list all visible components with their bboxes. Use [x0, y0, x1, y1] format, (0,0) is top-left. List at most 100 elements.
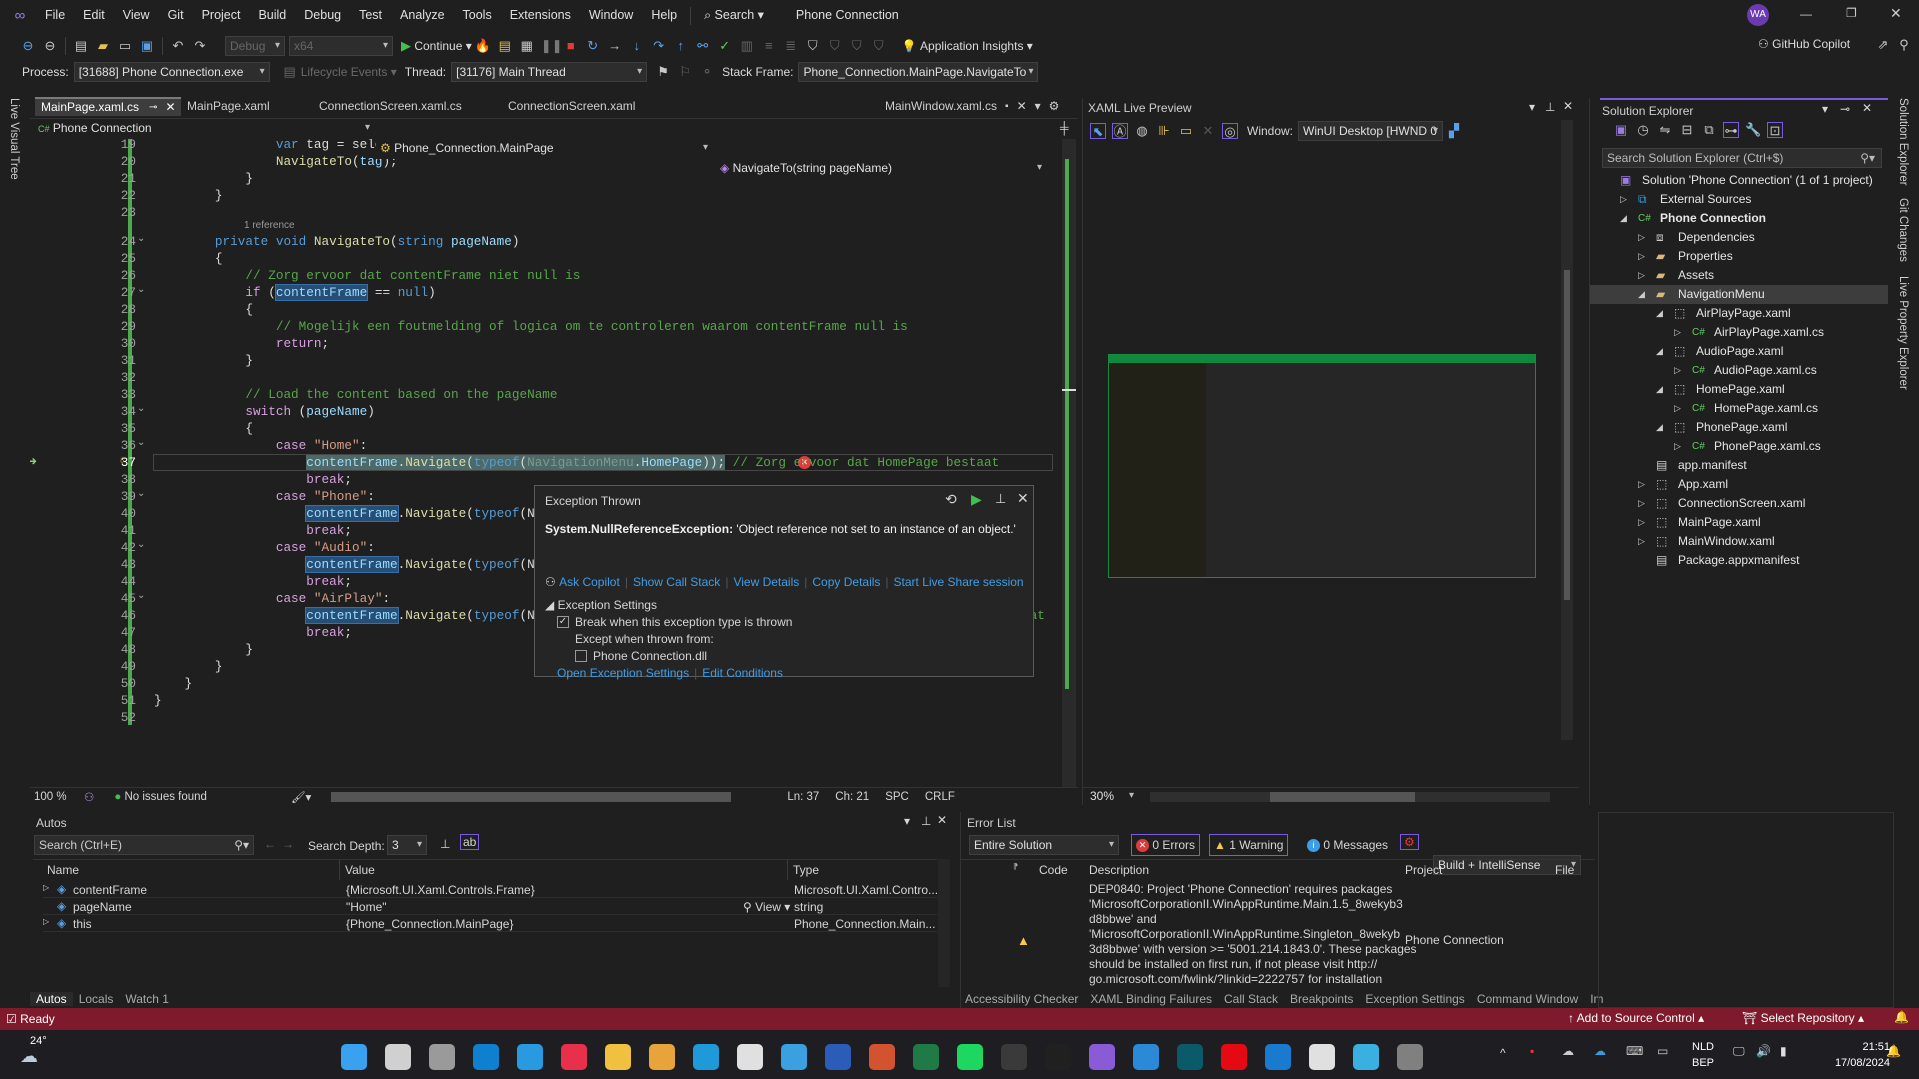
menu-build[interactable]: Build — [249, 0, 295, 31]
panel-menu-icon[interactable]: ▾ — [1822, 102, 1828, 116]
panel-menu-icon[interactable]: ▾ — [1529, 100, 1535, 114]
tree-item[interactable]: ▤ Package.appxmanifest — [1590, 551, 1888, 570]
tree-item[interactable]: ▷ C# AirPlayPage.xaml.cs — [1590, 323, 1888, 342]
tree-item[interactable]: ▷ ▰ Properties — [1590, 247, 1888, 266]
class-dropdown[interactable]: ⚙ Phone_Connection.MainPage — [376, 139, 712, 159]
variable-value[interactable]: "Home" — [346, 900, 387, 914]
column-header-code[interactable]: Code — [1039, 863, 1068, 877]
expand-arrow-icon[interactable]: ▷ — [1638, 532, 1645, 551]
break-when-checkbox[interactable]: ✓ Break when this exception type is throw… — [557, 615, 792, 629]
code-line[interactable]: } — [154, 170, 253, 187]
display-adorners-icon[interactable]: Ⓐ — [1112, 123, 1128, 139]
forward-icon[interactable]: ⊖ — [42, 38, 58, 54]
code-line[interactable]: // Load the content based on the pageNam… — [154, 386, 557, 403]
module-checkbox[interactable]: Phone Connection.dll — [575, 649, 707, 663]
collapse-arrow-icon[interactable]: ◢ — [1638, 285, 1645, 304]
step-into-icon[interactable]: ↓ — [629, 38, 645, 54]
tree-item[interactable]: ◢ ⬚ HomePage.xaml — [1590, 380, 1888, 399]
exception-settings-toggle[interactable]: ◢ Exception Settings — [545, 598, 657, 612]
tab-xaml-binding-failures[interactable]: XAML Binding Failures — [1090, 992, 1218, 1006]
column-header-description[interactable]: Description — [1089, 863, 1149, 877]
close-panel-icon[interactable]: ✕ — [1563, 99, 1573, 113]
code-line[interactable]: case "Home": — [154, 437, 367, 454]
code-line[interactable]: break; — [154, 624, 352, 641]
search-forward-icon[interactable]: → — [282, 837, 294, 851]
autos-row[interactable]: ▷ ◈ contentFrame {Microsoft.UI.Xaml.Control… — [43, 881, 938, 898]
expand-arrow-icon[interactable]: ▷ — [1638, 475, 1645, 494]
settings-gear-icon[interactable]: ⚙ — [1049, 97, 1060, 116]
show-hidden-icons-chevron[interactable]: ^ — [1500, 1046, 1506, 1060]
tree-item[interactable]: ▷ ⬚ MainPage.xaml — [1590, 513, 1888, 532]
errors-filter-button[interactable]: ✕ 0 Errors — [1131, 834, 1201, 856]
expand-arrow-icon[interactable]: ▷ — [43, 883, 49, 892]
clock[interactable]: 21:51 17/08/2024 — [1812, 1039, 1890, 1071]
feedback-icon[interactable]: ⚲ — [1896, 37, 1912, 53]
clear-bookmarks-icon[interactable]: ⛉ — [871, 38, 887, 54]
code-line[interactable]: contentFrame.Navigate(typeof(N — [154, 505, 535, 522]
error-row[interactable]: ▲ DEP0840: Project 'Phone Connection' re… — [961, 880, 1595, 987]
continue-icon[interactable]: ▶ — [971, 491, 982, 508]
tree-item[interactable]: ▣ Solution 'Phone Connection' (1 of 1 pro… — [1590, 171, 1888, 190]
pending-changes-icon[interactable]: ◷ — [1635, 122, 1651, 138]
code-line[interactable]: case "AirPlay": — [154, 590, 390, 607]
comment-icon[interactable]: ▥ — [739, 38, 755, 54]
expand-arrow-icon[interactable]: ▷ — [43, 917, 49, 926]
menu-help[interactable]: Help — [642, 0, 686, 31]
notifications-bell-icon[interactable]: 🔔 — [1894, 1010, 1909, 1024]
select-repository-button[interactable]: ⛩ Select Repository ▴ — [1742, 1011, 1864, 1025]
fold-chevron-icon[interactable]: ⌄ — [137, 233, 145, 244]
taskbar-word-icon[interactable] — [825, 1044, 851, 1070]
tab-breakpoints[interactable]: Breakpoints — [1290, 992, 1359, 1006]
code-line[interactable]: break; — [154, 471, 352, 488]
expand-arrow-icon[interactable]: ▷ — [1638, 494, 1645, 513]
taskbar-myhp-icon[interactable] — [473, 1044, 499, 1070]
menu-window[interactable]: Window — [580, 0, 642, 31]
tab-accessibility-checker[interactable]: Accessibility Checker — [965, 992, 1084, 1006]
outdent-icon[interactable]: ≣ — [783, 38, 799, 54]
menu-git[interactable]: Git — [159, 0, 193, 31]
code-line[interactable]: { — [154, 301, 253, 318]
fold-chevron-icon[interactable]: ⌄ — [137, 539, 145, 550]
process-dropdown[interactable]: [31688] Phone Connection.exe — [73, 62, 270, 82]
member-dropdown[interactable]: ◈ NavigateTo(string pageName) — [716, 159, 1046, 179]
lightbulb-icon[interactable]: ♁ — [118, 454, 126, 466]
history-icon[interactable]: ⟲ — [945, 491, 957, 508]
tree-item[interactable]: ◢ C# Phone Connection — [1590, 209, 1888, 228]
code-line[interactable]: return; — [154, 335, 329, 352]
fold-chevron-icon[interactable]: ⌄ — [137, 488, 145, 499]
hex-display-icon[interactable]: ab — [460, 834, 480, 850]
share-icon[interactable]: ⇗ — [1875, 37, 1891, 53]
minimize-button[interactable]: — — [1800, 7, 1812, 21]
hot-reload-icon[interactable]: 🔥 — [475, 38, 491, 54]
menu-project[interactable]: Project — [193, 0, 250, 31]
network-icon[interactable]: 🖵 — [1733, 1044, 1745, 1059]
tab-locals[interactable]: Locals — [73, 992, 120, 1006]
keyboard-icon[interactable]: ⌨ — [1626, 1044, 1643, 1058]
taskbar-vscode-icon[interactable] — [1133, 1044, 1159, 1070]
visualizer-button[interactable]: ⚲ View ▾ — [743, 900, 790, 914]
tab-overflow-icon[interactable]: ▾ — [1035, 97, 1041, 116]
column-header-file[interactable]: File — [1555, 863, 1574, 877]
add-to-source-control-button[interactable]: ↑ Add to Source Control ▴ — [1568, 1011, 1704, 1025]
taskbar-netflix-icon[interactable] — [1221, 1044, 1247, 1070]
taskbar-dev-tools-icon[interactable] — [1265, 1044, 1291, 1070]
edit-conditions-link[interactable]: Edit Conditions — [702, 666, 783, 680]
show-call-stack-link[interactable]: Show Call Stack — [633, 575, 720, 589]
taskbar-app-dark-icon[interactable] — [1001, 1044, 1027, 1070]
close-popup-icon[interactable]: ✕ — [1017, 490, 1029, 507]
stack-frame-dropdown[interactable]: Phone_Connection.MainPage.NavigateTo — [798, 62, 1039, 82]
tab-connectionscreen-xaml-cs[interactable]: ConnectionScreen.xaml.cs — [313, 97, 501, 116]
pause-icon[interactable]: ❚❚ — [541, 38, 563, 54]
autos-search-input[interactable]: Search (Ctrl+E) ⚲▾ — [34, 835, 254, 855]
tree-item[interactable]: ◢ ▰ NavigationMenu — [1590, 285, 1888, 304]
notification-icon[interactable]: 🔔 — [1886, 1044, 1901, 1058]
autos-row[interactable]: ▷ ◈ this {Phone_Connection.MainPage} Phone_C… — [43, 915, 937, 932]
taskbar-epic-games-icon[interactable] — [1045, 1044, 1071, 1070]
input-language[interactable]: NLD BEP — [1692, 1039, 1714, 1071]
expand-arrow-icon[interactable]: ▷ — [1620, 190, 1627, 209]
code-line[interactable]: } — [154, 658, 223, 675]
solution-search-input[interactable]: Search Solution Explorer (Ctrl+$) ⚲▾ — [1602, 148, 1882, 168]
copilot-status-icon[interactable]: ⚇ — [84, 790, 94, 804]
taskbar-app-red-icon[interactable] — [561, 1044, 587, 1070]
redo-icon[interactable]: ↷ — [192, 38, 208, 54]
